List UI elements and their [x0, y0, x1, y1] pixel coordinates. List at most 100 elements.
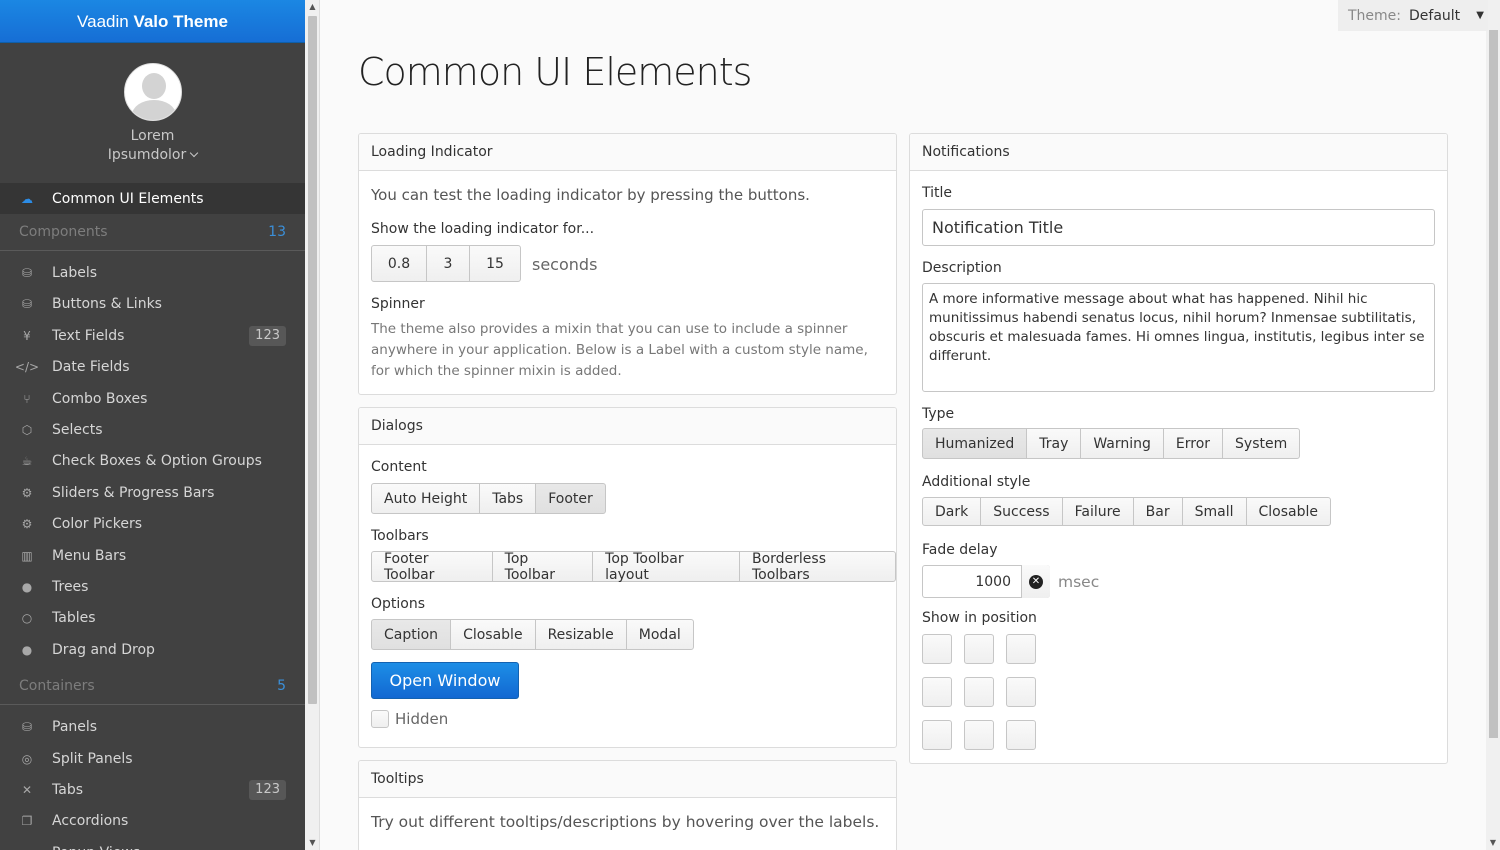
position-middle-right-button[interactable] [1006, 677, 1036, 707]
menu-item-buttons-links[interactable]: ⛁ Buttons & Links [0, 289, 305, 320]
menu-item-check-boxes-option-groups[interactable]: ☕ Check Boxes & Option Groups [0, 446, 305, 477]
coffee-icon: ☕ [21, 454, 33, 469]
section-containers: Containers 5 [0, 668, 305, 706]
menu-item-sliders-progress-bars[interactable]: ⚙ Sliders & Progress Bars [0, 477, 305, 508]
main-scrollbar[interactable]: ▼ [1486, 0, 1500, 850]
description-caption: Description [922, 260, 1002, 276]
small-button[interactable]: Small [1181, 497, 1247, 526]
humanized-button[interactable]: Humanized [922, 428, 1028, 459]
menu-item-color-pickers[interactable]: ⚙ Color Pickers [0, 509, 305, 540]
clear-button[interactable]: ✕ [1021, 565, 1050, 598]
msec-label: msec [1058, 573, 1100, 591]
closable-button[interactable]: Closable [450, 619, 536, 650]
menu-item-date-fields[interactable]: </> Date Fields [0, 352, 305, 383]
option-buttons: Caption Closable Resizable Modal [371, 619, 694, 656]
bar-button[interactable]: Bar [1132, 497, 1183, 526]
position-bottom-right-button[interactable] [1006, 720, 1036, 750]
position-bottom-left-button[interactable] [922, 720, 952, 750]
theme-select[interactable]: Theme: Default ▼ [1338, 0, 1488, 31]
scroll-down-icon[interactable]: ▼ [305, 836, 320, 850]
menu-item-label: Date Fields [52, 359, 130, 376]
fade-delay-caption: Fade delay [922, 542, 998, 558]
menu-item-label: Color Pickers [52, 516, 142, 533]
menu-item-label: Panels [52, 719, 98, 736]
menu-item-label: Tables [52, 610, 96, 627]
position-bottom-center-button[interactable] [964, 720, 994, 750]
app-title-bold: Valo Theme [133, 12, 228, 31]
menu-item-trees[interactable]: ● Trees [0, 571, 305, 602]
scrollbar-thumb[interactable] [1489, 30, 1498, 738]
menu-item-split-panels[interactable]: ◎ Split Panels [0, 743, 305, 774]
section-label: Components [19, 224, 108, 241]
menu-item-label: Selects [52, 422, 103, 439]
spinner-description: The theme also provides a mixin that you… [371, 321, 868, 379]
warning-button[interactable]: Warning [1080, 428, 1164, 459]
notification-title-input[interactable]: Notification Title [922, 209, 1435, 246]
menu-item-label: Split Panels [52, 750, 133, 767]
menu-item-combo-boxes[interactable]: ⑂ Combo Boxes [0, 383, 305, 414]
open-window-button[interactable]: Open Window [371, 662, 519, 699]
menu-item-popup-views[interactable]: ▭ Popup Views [0, 837, 305, 850]
cogs-icon: ⚙ [21, 517, 33, 532]
duration-3-button[interactable]: 3 [426, 245, 470, 282]
menu-item-panels[interactable]: ⛁ Panels [0, 711, 305, 742]
position-top-left-button[interactable] [922, 634, 952, 664]
borderless-toolbars-button[interactable]: Borderless Toolbars [738, 551, 896, 583]
menu-item-text-fields[interactable]: ¥ Text Fields 123 [0, 320, 305, 351]
compress-icon: ✕ [21, 782, 33, 797]
scroll-up-icon[interactable]: ▲ [305, 0, 320, 14]
system-button[interactable]: System [1222, 428, 1301, 459]
caption-button[interactable]: Caption [371, 619, 452, 650]
menu-item-common-ui-elements[interactable]: ☁ Common UI Elements [0, 183, 305, 215]
close-icon[interactable]: ✕ [1029, 574, 1043, 589]
top-toolbar-layout-button[interactable]: Top Toolbar layout [592, 551, 740, 583]
dark-button[interactable]: Dark [922, 497, 982, 526]
position-middle-center-button[interactable] [964, 677, 994, 707]
footer-toolbar-button[interactable]: Footer Toolbar [371, 551, 493, 583]
duration-0-8-button[interactable]: 0.8 [371, 245, 427, 282]
type-caption: Type [922, 406, 955, 422]
menu-item-menu-bars[interactable]: ▥ Menu Bars [0, 540, 305, 571]
menu-item-tabs[interactable]: ✕ Tabs 123 [0, 774, 305, 805]
notifications-panel: Notifications Title Notification Title D… [909, 133, 1448, 764]
top-toolbar-button[interactable]: Top Toolbar [491, 551, 594, 583]
branch-icon: ⑂ [23, 391, 31, 406]
position-middle-left-button[interactable] [922, 677, 952, 707]
database-icon: ⛁ [21, 720, 33, 735]
menu-item-drag-and-drop[interactable]: ● Drag and Drop [0, 634, 305, 665]
style-buttons: Dark Success Failure Bar Small Closable [922, 497, 1331, 528]
duration-15-button[interactable]: 15 [469, 245, 521, 282]
modal-button[interactable]: Modal [625, 619, 694, 650]
checkbox-box[interactable] [371, 710, 389, 728]
menu-item-tables[interactable]: ○ Tables [0, 603, 305, 634]
compass-icon: ◎ [21, 751, 33, 766]
closable-button[interactable]: Closable [1245, 497, 1331, 526]
tray-button[interactable]: Tray [1026, 428, 1082, 459]
success-button[interactable]: Success [980, 497, 1063, 526]
theme-value[interactable]: Default [1409, 8, 1460, 24]
error-button[interactable]: Error [1162, 428, 1224, 459]
hidden-checkbox[interactable]: Hidden [371, 710, 448, 728]
user-last-name[interactable]: Ipsumdolor [0, 146, 305, 165]
tabs-button[interactable]: Tabs [479, 483, 537, 514]
user-menu[interactable]: Lorem Ipsumdolor [0, 43, 305, 183]
notification-description-textarea[interactable]: A more informative message about what ha… [922, 283, 1435, 392]
resizable-button[interactable]: Resizable [534, 619, 627, 650]
scroll-down-icon[interactable]: ▼ [1486, 836, 1500, 850]
auto-height-button[interactable]: Auto Height [371, 483, 481, 514]
hidden-label: Hidden [395, 710, 449, 728]
failure-button[interactable]: Failure [1061, 497, 1134, 526]
dropdown-arrow-icon[interactable]: ▼ [1476, 10, 1484, 21]
type-buttons: Humanized Tray Warning Error System [922, 428, 1301, 461]
menu-item-accordions[interactable]: ❐ Accordions [0, 806, 305, 837]
position-top-right-button[interactable] [1006, 634, 1036, 664]
scrollbar-thumb[interactable] [308, 16, 317, 704]
comments-icon: ● [21, 642, 33, 657]
copy-icon: ❐ [21, 814, 33, 829]
sidebar-scrollbar[interactable]: ▲ ▼ [305, 0, 320, 850]
menu-item-selects[interactable]: ⬡ Selects [0, 414, 305, 445]
footer-button[interactable]: Footer [535, 483, 606, 514]
position-top-center-button[interactable] [964, 634, 994, 664]
menu-item-labels[interactable]: ⛁ Labels [0, 257, 305, 288]
panel-header: Tooltips [359, 761, 896, 798]
